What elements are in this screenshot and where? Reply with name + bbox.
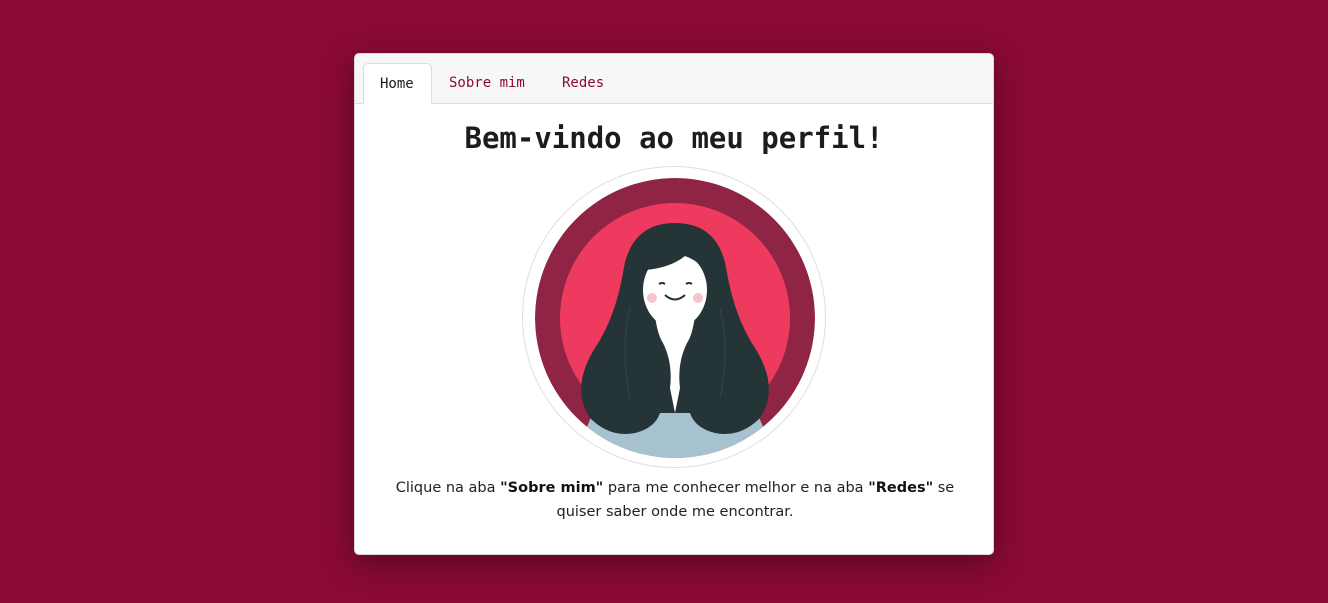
instructions-text: Clique na aba "Sobre mim" para me conhec… — [395, 476, 955, 524]
tab-sobre-mim[interactable]: Sobre mim — [433, 63, 541, 104]
avatar — [522, 166, 826, 468]
caption-sobre-mim: "Sobre mim" — [500, 480, 604, 496]
page-title: Bem-vindo ao meu perfil! — [464, 121, 884, 155]
tab-home[interactable]: Home — [363, 63, 432, 104]
avatar-illustration-icon — [535, 178, 815, 458]
caption-part1: Clique na aba — [395, 480, 501, 496]
tab-redes[interactable]: Redes — [546, 63, 620, 104]
caption-redes: "Redes" — [868, 480, 934, 496]
tab-bar: Home Sobre mim Redes — [355, 54, 993, 104]
caption-part2: para me conhecer melhor e na aba — [603, 480, 869, 496]
profile-card: Home Sobre mim Redes Bem-vindo ao meu pe… — [354, 53, 994, 555]
